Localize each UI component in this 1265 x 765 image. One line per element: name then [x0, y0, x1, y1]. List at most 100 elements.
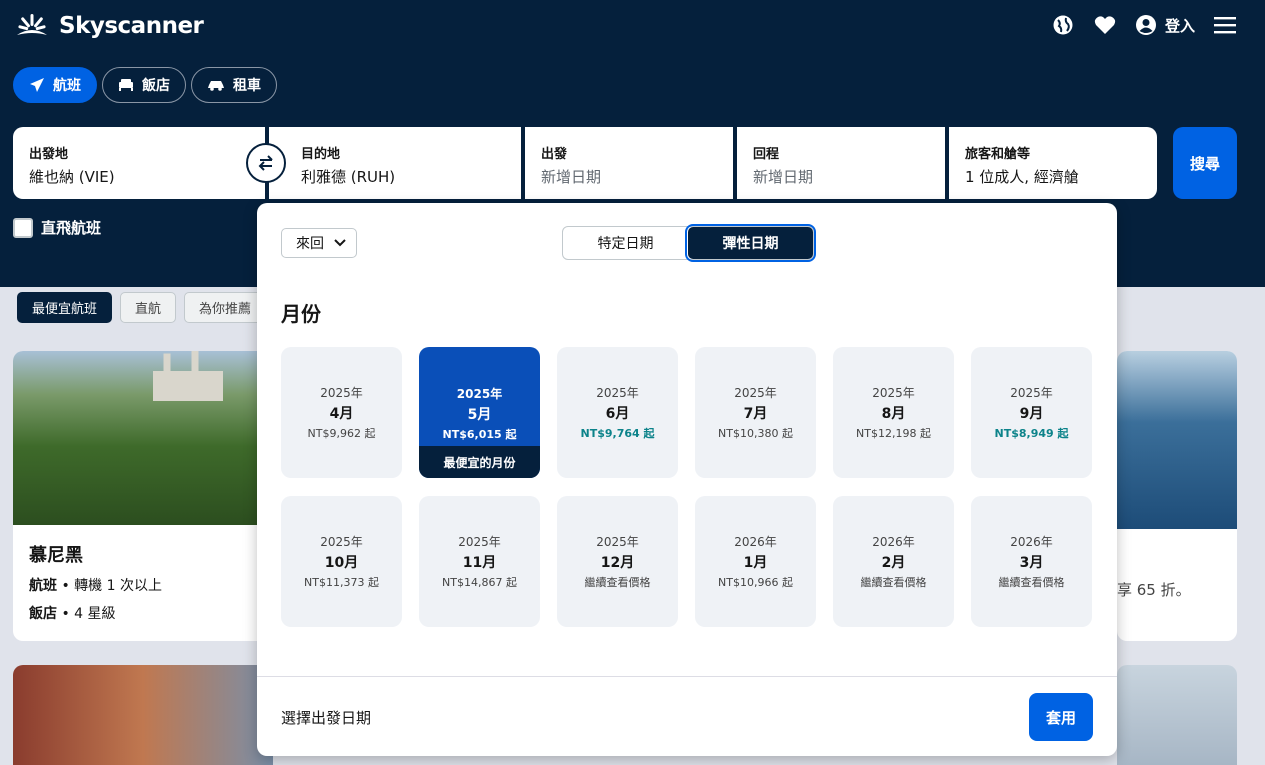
date-picker-popup: 來回 特定日期 彈性日期 月份 2025年 4月 NT$9,962 起 2025年 5… [257, 203, 1117, 756]
month-price: NT$10,380 起 [718, 427, 793, 440]
month-label: 7月 [743, 406, 768, 422]
month-card[interactable]: 2025年 8月 NT$12,198 起 [833, 347, 954, 478]
tab-flights[interactable]: 航班 [13, 67, 97, 103]
month-price: NT$12,198 起 [856, 427, 931, 440]
chip-cheapest[interactable]: 最便宜航班 [17, 292, 113, 323]
month-year: 2025年 [456, 387, 503, 401]
month-card-selected[interactable]: 2025年 5月 NT$6,015 起最便宜的月份 [419, 347, 540, 478]
tab-car-hire[interactable]: 租車 [191, 67, 277, 103]
depart-placeholder: 新增日期 [541, 168, 602, 186]
globe-icon[interactable] [1051, 13, 1075, 37]
top-nav: 登入 [1051, 13, 1237, 37]
swap-button[interactable] [246, 143, 286, 183]
pool-image [1117, 351, 1237, 529]
month-label: 5月 [467, 407, 492, 423]
checkbox[interactable] [13, 217, 33, 238]
destination-card-munich[interactable]: 慕尼黑 航班 • 轉機 1 次以上 飯店 • 4 星級 [13, 351, 273, 641]
trip-type-select[interactable]: 來回 [281, 228, 357, 258]
choose-departure-hint: 選擇出發日期 [281, 709, 372, 727]
flexible-dates-option[interactable]: 彈性日期 [685, 224, 816, 262]
login-label: 登入 [1164, 16, 1195, 35]
swap-arrows-icon [258, 155, 273, 171]
depart-label: 出發 [541, 147, 568, 162]
tab-flights-label: 航班 [53, 78, 81, 94]
destination-card-image[interactable] [13, 665, 273, 765]
destination-image [13, 351, 273, 525]
month-year: 2025年 [596, 535, 639, 549]
apply-button[interactable]: 套用 [1029, 693, 1093, 741]
sunrise-logo-icon [17, 14, 47, 35]
month-card[interactable]: 2026年 3月繼續查看價格 [971, 496, 1092, 627]
flight-info-label: 航班 [29, 578, 57, 594]
hotel-info-text: 4 星級 [74, 606, 116, 622]
origin-field[interactable]: 出發地 維也納 (VIE) [13, 127, 265, 199]
travellers-value: 1 位成人, 經濟艙 [965, 168, 1079, 186]
return-date-field[interactable]: 回程 新增日期 [737, 127, 945, 199]
month-grid: 2025年 4月 NT$9,962 起 2025年 5月 NT$6,015 起最便宜的月… [281, 347, 1092, 627]
user-icon [1135, 15, 1156, 35]
return-label: 回程 [753, 147, 780, 162]
tab-car-hire-label: 租車 [233, 78, 261, 94]
travellers-label: 旅客和艙等 [965, 147, 1031, 162]
month-price: NT$11,373 起 [304, 576, 379, 589]
destination-label: 目的地 [301, 147, 341, 162]
return-placeholder: 新增日期 [753, 168, 814, 186]
month-year: 2026年 [1010, 535, 1053, 549]
menu-icon[interactable] [1213, 13, 1237, 37]
month-card[interactable]: 2025年 4月 NT$9,962 起 [281, 347, 402, 478]
month-label: 2月 [881, 555, 906, 571]
month-year: 2025年 [734, 386, 777, 400]
month-label: 1月 [743, 555, 768, 571]
popup-footer: 選擇出發日期 套用 [257, 676, 1117, 756]
flight-info: 航班 • 轉機 1 次以上 [29, 578, 162, 594]
month-card[interactable]: 2025年 6月 NT$9,764 起 [557, 347, 678, 478]
month-label: 8月 [881, 406, 906, 422]
cheapest-month-badge: 最便宜的月份 [419, 446, 540, 478]
chip-direct[interactable]: 直航 [120, 292, 177, 323]
hotel-info: 飯店 • 4 星級 [29, 606, 116, 622]
destination-card-hotel-deal[interactable]: 享 65 折。 [1117, 351, 1237, 641]
month-year: 2026年 [872, 535, 915, 549]
month-card[interactable]: 2025年 7月 NT$10,380 起 [695, 347, 816, 478]
month-label: 4月 [329, 406, 354, 422]
month-price: NT$9,962 起 [307, 427, 376, 440]
month-year: 2025年 [872, 386, 915, 400]
month-price: NT$8,949 起 [994, 427, 1069, 440]
month-label: 11月 [462, 555, 497, 571]
month-card[interactable]: 2026年 2月 繼續查看價格 [833, 496, 954, 627]
origin-value: 維也納 (VIE) [29, 168, 115, 186]
month-price: NT$10,966 起 [718, 576, 793, 589]
depart-date-field[interactable]: 出發 新增日期 [525, 127, 733, 199]
origin-label: 出發地 [29, 147, 69, 162]
month-price: 繼續查看價格 [584, 576, 651, 589]
month-price: NT$6,015 起 [442, 428, 517, 441]
heart-icon[interactable] [1093, 13, 1117, 37]
month-label: 10月 [324, 555, 359, 571]
month-price: NT$9,764 起 [580, 427, 655, 440]
month-card[interactable]: 2025年 10月 NT$11,373 起 [281, 496, 402, 627]
month-card[interactable]: 2025年 12月 繼續查看價格 [557, 496, 678, 627]
month-label: 3月 [1019, 555, 1044, 571]
month-card[interactable]: 2025年 9月 NT$8,949 起 [971, 347, 1092, 478]
skyscanner-logo[interactable]: Skyscanner [13, 11, 204, 41]
tab-hotels[interactable]: 飯店 [102, 67, 186, 103]
login-button[interactable]: 登入 [1135, 14, 1195, 36]
destination-city: 慕尼黑 [29, 545, 83, 566]
month-card[interactable]: 2025年 11月 NT$14,867 起 [419, 496, 540, 627]
direct-flights-checkbox[interactable]: 直飛航班 [13, 217, 101, 238]
specific-dates-option[interactable]: 特定日期 [563, 227, 688, 259]
months-title: 月份 [281, 302, 321, 326]
plane-icon [30, 78, 44, 92]
tab-hotels-label: 飯店 [142, 78, 170, 94]
hotel-info-label: 飯店 [29, 606, 57, 622]
trip-type-value: 來回 [296, 236, 324, 252]
search-button[interactable]: 搜尋 [1173, 127, 1237, 199]
destination-card-image-right[interactable] [1117, 665, 1237, 765]
month-card[interactable]: 2026年 1月 NT$10,966 起 [695, 496, 816, 627]
bed-icon [119, 79, 133, 91]
travellers-field[interactable]: 旅客和艙等 1 位成人, 經濟艙 [949, 127, 1157, 199]
destination-field[interactable]: 目的地 利雅德 (RUH) [269, 127, 521, 199]
promo-text: 享 65 折。 [1117, 581, 1191, 599]
chip-recommended[interactable]: 為你推薦 [184, 292, 267, 323]
month-price: 繼續查看價格 [998, 576, 1065, 589]
